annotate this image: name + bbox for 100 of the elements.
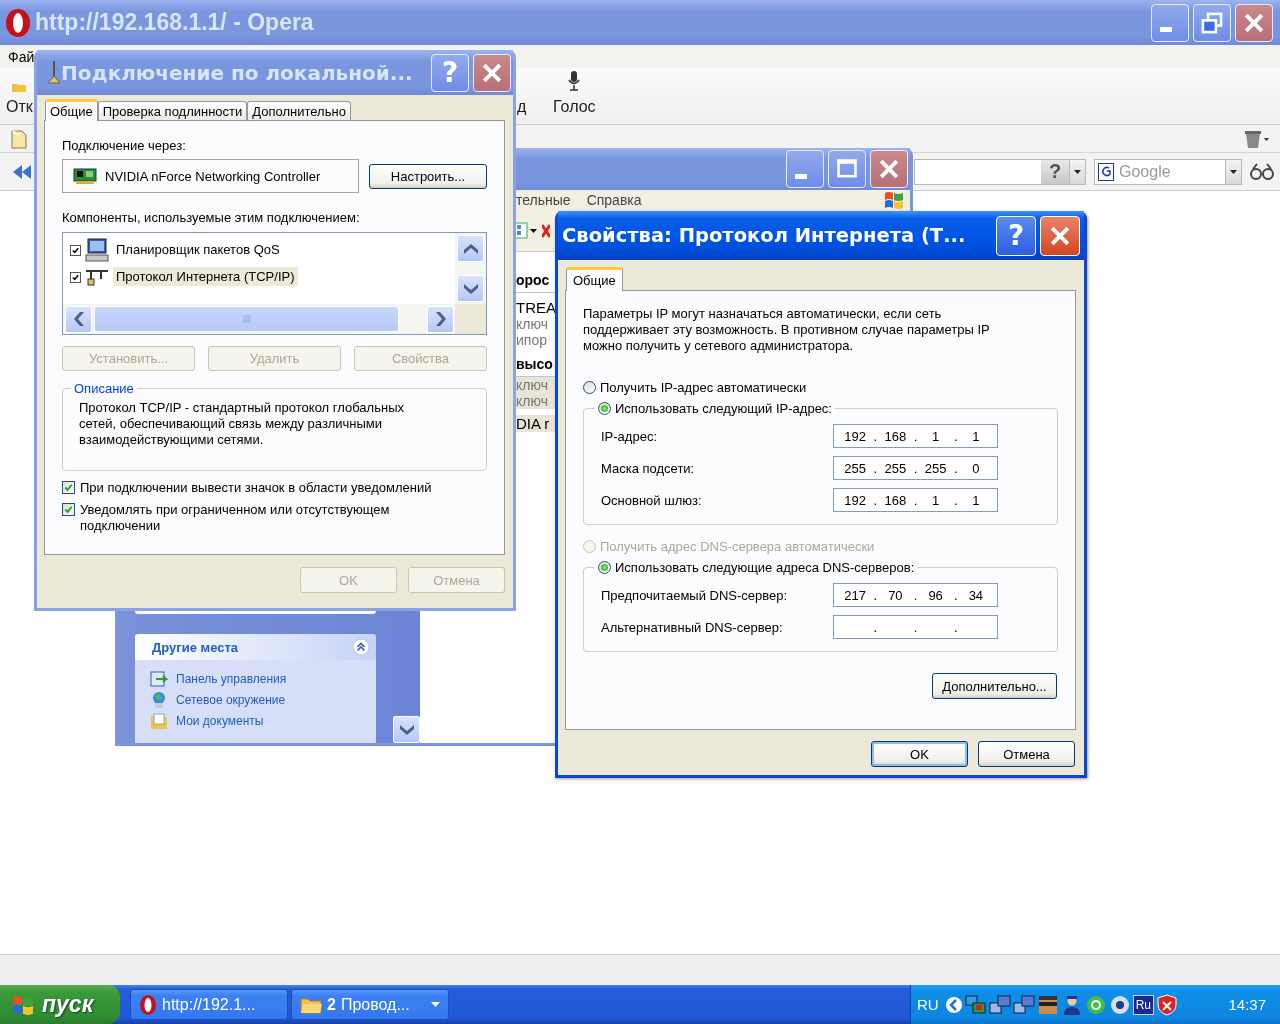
scroll-right-button[interactable] bbox=[427, 305, 454, 333]
menu-item[interactable]: Фай bbox=[8, 48, 35, 65]
help-button[interactable]: ? bbox=[996, 215, 1036, 256]
menu-item[interactable]: тельные bbox=[516, 192, 571, 208]
app-icon[interactable] bbox=[1036, 994, 1059, 1015]
network-cable-icon bbox=[47, 60, 61, 85]
trash-icon[interactable] bbox=[1244, 128, 1270, 149]
dropdown-button[interactable] bbox=[1069, 159, 1085, 184]
toolbar-button[interactable]: д bbox=[517, 91, 527, 116]
minimize-button[interactable] bbox=[1151, 3, 1189, 42]
address-field[interactable]: ? bbox=[914, 158, 1086, 185]
network-icon[interactable] bbox=[964, 994, 987, 1015]
list-text[interactable]: ключ bbox=[516, 393, 555, 409]
advanced-button[interactable]: Дополнительно... bbox=[932, 673, 1057, 699]
chat-icon[interactable] bbox=[1084, 994, 1107, 1015]
field-label: Подключение через: bbox=[62, 138, 187, 153]
field-label: IP-адрес: bbox=[601, 428, 658, 444]
shield-icon[interactable] bbox=[1156, 993, 1178, 1016]
group-title: Описание bbox=[73, 381, 135, 396]
list-text[interactable]: ключ bbox=[516, 377, 555, 393]
dialog-button[interactable]: OK bbox=[871, 741, 968, 767]
close-button[interactable] bbox=[1235, 3, 1273, 42]
checkbox[interactable] bbox=[70, 244, 81, 256]
list-item[interactable]: Планировщик пакетов QoS bbox=[113, 240, 283, 259]
check-mark-icon bbox=[71, 272, 80, 282]
taskbar-button[interactable]: http://192.1... bbox=[130, 989, 288, 1020]
windows-logo-icon bbox=[884, 191, 904, 209]
tab[interactable]: Дополнительно bbox=[247, 101, 351, 120]
checkbox[interactable] bbox=[62, 481, 75, 494]
collapse-icon[interactable] bbox=[352, 638, 370, 656]
scroll-down-button[interactable] bbox=[393, 716, 420, 743]
toolbar-button[interactable]: Голос bbox=[553, 70, 596, 116]
list-text[interactable]: DIA r bbox=[516, 415, 555, 432]
panel-header[interactable]: Другие места bbox=[135, 634, 376, 660]
glasses-icon[interactable] bbox=[1250, 162, 1274, 181]
taskbar-button[interactable]: 2 Провод... bbox=[291, 989, 449, 1020]
radio-button[interactable] bbox=[598, 402, 611, 415]
radio-button[interactable] bbox=[583, 381, 596, 394]
start-button[interactable]: пуск bbox=[0, 985, 120, 1024]
tray-badge[interactable]: Ru bbox=[1132, 994, 1154, 1015]
network-icon[interactable] bbox=[1012, 994, 1035, 1015]
scrollbar-thumb[interactable] bbox=[94, 306, 399, 332]
chevron-right-icon bbox=[433, 310, 448, 328]
ip-address-field[interactable]: . . . bbox=[833, 615, 998, 639]
list-item[interactable]: Протокол Интернета (TCP/IP) bbox=[113, 267, 298, 286]
radio-label: Получить IP-адрес автоматически bbox=[600, 380, 807, 395]
ip-address-field[interactable]: 255 . 255 . 255 . 0 bbox=[833, 456, 998, 480]
chevron-down-icon bbox=[461, 281, 480, 296]
grip-icon bbox=[242, 315, 251, 323]
microphone-icon bbox=[566, 70, 583, 92]
link[interactable]: Сетевое окружение bbox=[176, 693, 286, 707]
tab[interactable]: Общие bbox=[566, 267, 623, 291]
minimize-icon bbox=[1160, 27, 1172, 32]
close-button[interactable] bbox=[870, 150, 908, 188]
expand-icon[interactable] bbox=[944, 995, 963, 1014]
help-button[interactable]: ? bbox=[1041, 159, 1069, 184]
list-text[interactable]: TREA bbox=[516, 299, 555, 316]
restore-button[interactable] bbox=[1193, 3, 1231, 42]
network-icon[interactable] bbox=[988, 994, 1011, 1015]
maximize-button[interactable] bbox=[828, 150, 866, 188]
close-button[interactable] bbox=[473, 53, 511, 92]
radio-label: Получить адрес DNS-сервера автоматически bbox=[600, 539, 875, 554]
caret-icon bbox=[1230, 169, 1237, 174]
scrollbar-corner bbox=[455, 304, 486, 334]
checkbox[interactable] bbox=[70, 271, 81, 283]
menu-item[interactable]: Справка bbox=[586, 192, 642, 208]
dropdown-button[interactable] bbox=[1225, 159, 1241, 184]
ip-address-field[interactable]: 192 . 168 . 1 . 1 bbox=[833, 488, 998, 512]
globe-icon[interactable] bbox=[1108, 994, 1131, 1015]
caret-icon bbox=[431, 1002, 440, 1007]
checkbox[interactable] bbox=[62, 503, 75, 516]
minimize-button[interactable] bbox=[786, 150, 824, 188]
delete-icon[interactable] bbox=[542, 222, 550, 239]
scroll-left-button[interactable] bbox=[65, 305, 92, 333]
language-indicator[interactable]: RU bbox=[917, 996, 939, 1013]
scroll-up-button[interactable] bbox=[457, 235, 484, 262]
radio-button[interactable] bbox=[598, 561, 611, 574]
browser-logo-icon bbox=[139, 993, 157, 1016]
adapter-name: NVIDIA nForce Networking Controller bbox=[105, 168, 321, 184]
link[interactable]: Панель управления bbox=[176, 672, 287, 686]
field-label: Компоненты, используемые этим подключением: bbox=[62, 210, 361, 225]
network-card-icon bbox=[73, 167, 97, 185]
window-title: http://192.168.1.1/ - Opera bbox=[35, 9, 314, 36]
scroll-down-button[interactable] bbox=[457, 275, 484, 302]
configure-button[interactable]: Настроить... bbox=[369, 163, 487, 189]
tab[interactable]: Общие bbox=[45, 99, 98, 121]
computer-icon bbox=[85, 237, 109, 262]
toolbar-button[interactable]: Отк bbox=[6, 82, 33, 116]
field-label: Альтернативный DNS-сервер: bbox=[601, 619, 784, 635]
intro-text: Параметры IP могут назначаться автоматически, если сеть поддерживает эту возможность. В противном случае параметры IP можно получить у сетевого администратора. bbox=[583, 306, 991, 354]
ip-address-field[interactable]: 217 . 70 . 96 . 34 bbox=[833, 583, 998, 607]
list-text[interactable]: ипор bbox=[516, 332, 555, 348]
list-text[interactable]: ключ bbox=[516, 316, 555, 332]
dialog-button[interactable]: Отмена bbox=[978, 741, 1075, 767]
checkbox-label: При подключении вывести значок в области уведомлений bbox=[80, 480, 432, 496]
tab[interactable]: Проверка подлинности bbox=[97, 101, 248, 120]
field-label: Предпочитаемый DNS-сервер: bbox=[601, 587, 789, 603]
link[interactable]: Мои документы bbox=[176, 714, 264, 728]
ip-address-field[interactable]: 192 . 168 . 1 . 1 bbox=[833, 424, 998, 448]
control-panel-icon bbox=[150, 670, 168, 688]
